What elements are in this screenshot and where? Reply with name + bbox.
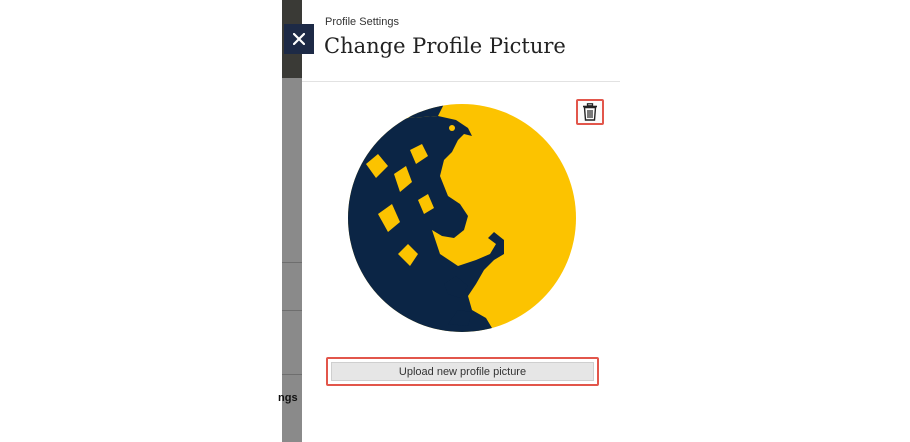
background-label: ngs — [278, 392, 298, 404]
upload-button-highlight: Upload new profile picture — [326, 357, 599, 386]
background-page — [282, 0, 302, 442]
trash-icon — [583, 103, 597, 121]
background-divider — [282, 310, 302, 311]
delete-picture-button[interactable] — [576, 99, 604, 125]
header-divider — [302, 81, 620, 82]
background-divider — [282, 374, 302, 375]
avatar — [348, 104, 576, 332]
upload-picture-button[interactable]: Upload new profile picture — [331, 362, 594, 381]
close-icon — [293, 33, 305, 45]
page-title: Change Profile Picture — [324, 34, 566, 58]
breadcrumb: Profile Settings — [325, 16, 399, 28]
close-button[interactable] — [284, 24, 314, 54]
background-divider — [282, 262, 302, 263]
